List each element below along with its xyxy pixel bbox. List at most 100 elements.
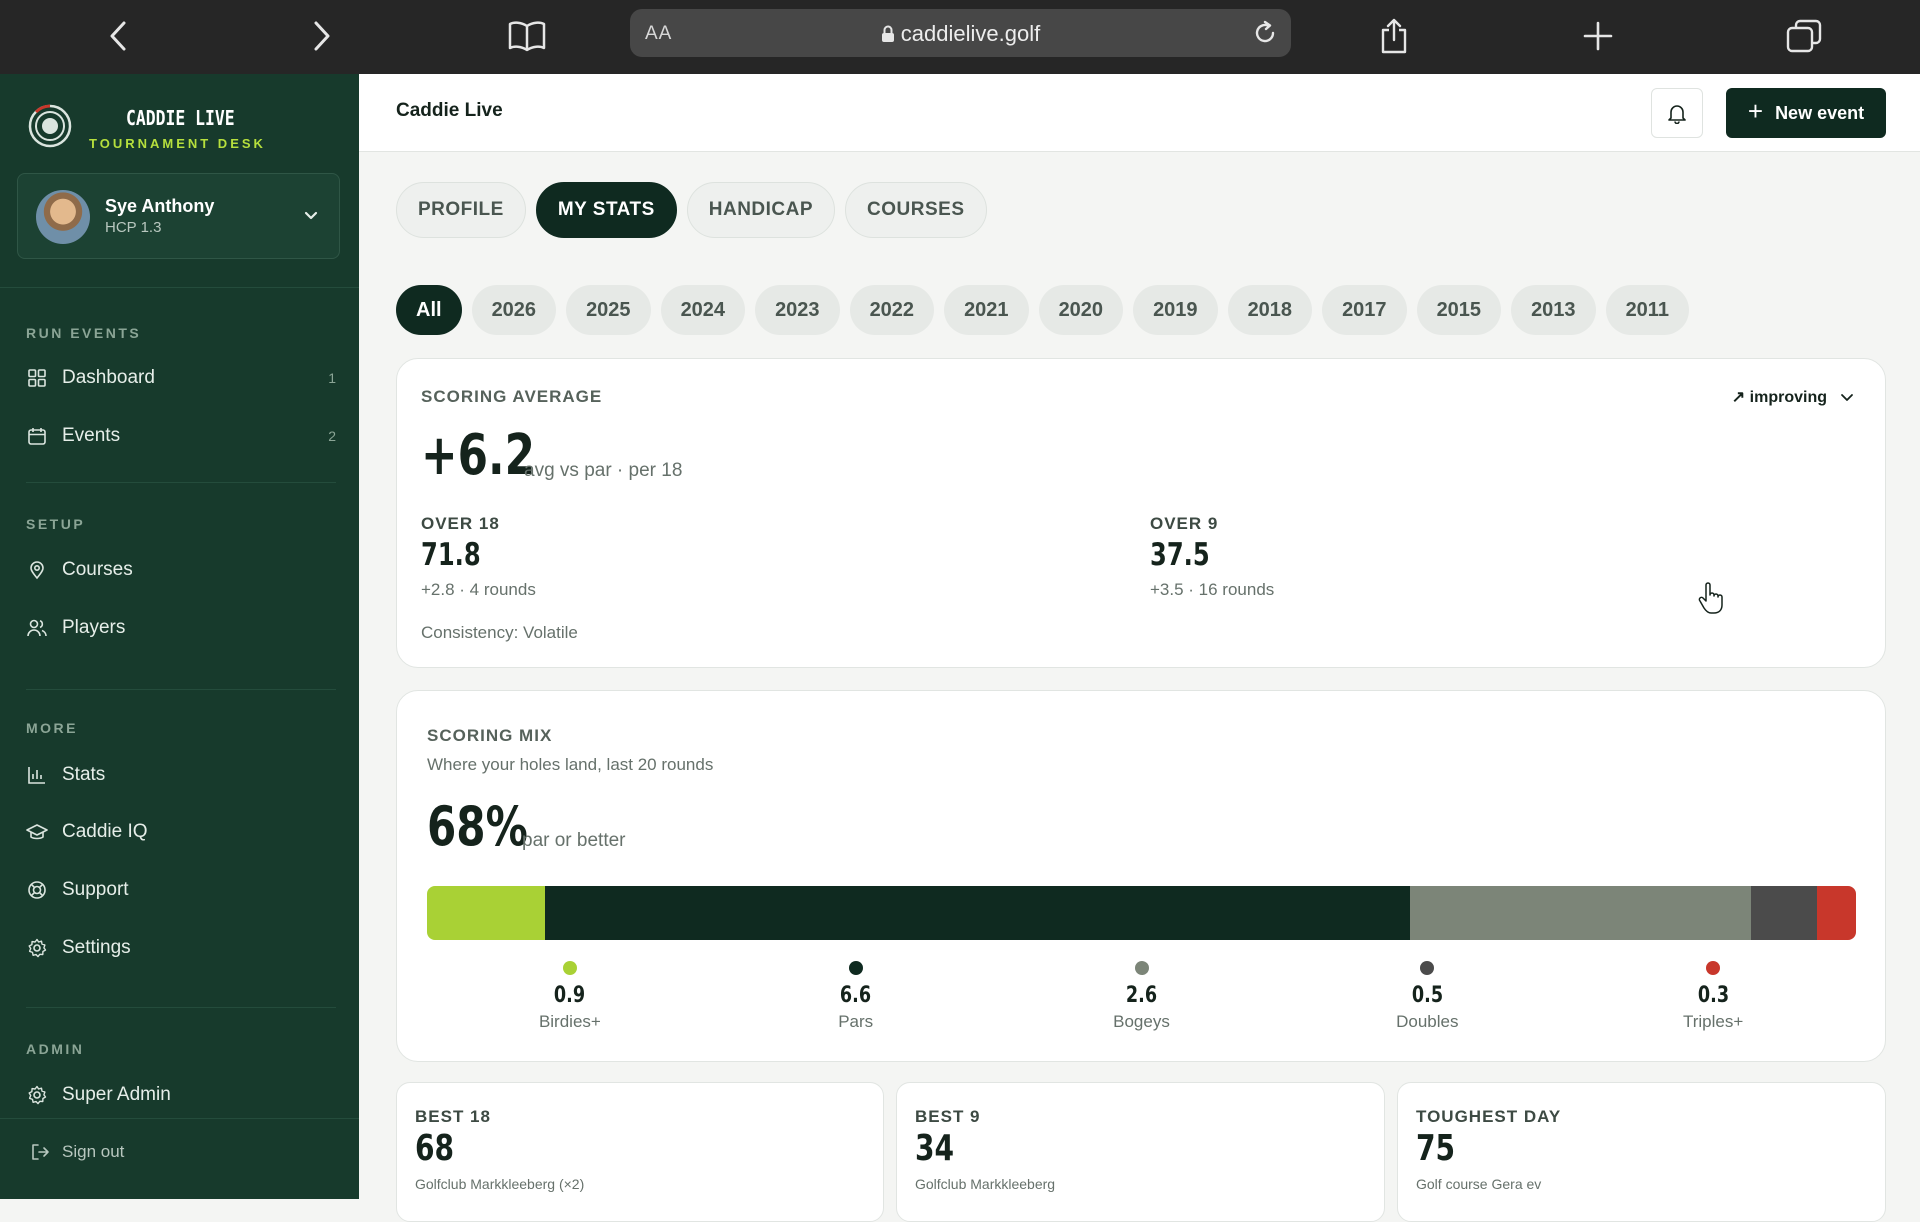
gear-icon bbox=[26, 937, 48, 959]
sidebar-item-stats[interactable]: Stats bbox=[26, 755, 336, 795]
page-title: Caddie Live bbox=[396, 100, 503, 121]
sidebar-item-settings[interactable]: Settings bbox=[26, 928, 336, 968]
chevron-down-icon bbox=[304, 211, 318, 220]
year-chip-2022[interactable]: 2022 bbox=[849, 285, 935, 335]
scoring-mix-bar bbox=[427, 886, 1856, 940]
best-18-card: BEST 18 68 Golfclub Markkleeberg (×2) bbox=[396, 1082, 884, 1222]
divider bbox=[0, 1118, 359, 1119]
browser-toolbar: AA caddielive.golf bbox=[0, 0, 1920, 74]
avatar bbox=[36, 190, 90, 244]
year-chip-2019[interactable]: 2019 bbox=[1133, 285, 1218, 335]
sidebar-item-caddie-iq[interactable]: Caddie IQ bbox=[26, 812, 336, 852]
toughest-day-card: TOUGHEST DAY 75 Golf course Gera ev bbox=[1397, 1082, 1886, 1222]
trend-dropdown[interactable]: ↗ improving bbox=[1732, 387, 1855, 407]
year-chip-2017[interactable]: 2017 bbox=[1322, 285, 1407, 335]
trend-label: ↗ improving bbox=[1732, 387, 1827, 407]
sign-out-link[interactable]: Sign out bbox=[30, 1142, 124, 1162]
scoring-average-card: SCORING AVERAGE ↗ improving +6.2 avg vs … bbox=[396, 358, 1886, 668]
sidebar-item-label: Settings bbox=[62, 937, 131, 958]
card-title: BEST 9 bbox=[915, 1107, 981, 1126]
over18-value: 71.8 bbox=[421, 537, 481, 573]
card-title: SCORING MIX bbox=[427, 726, 553, 745]
year-chip-2018[interactable]: 2018 bbox=[1227, 285, 1313, 335]
tab-courses[interactable]: COURSES bbox=[845, 182, 987, 238]
legend-dot-icon bbox=[562, 961, 577, 975]
tab-my-stats[interactable]: MY STATS bbox=[535, 182, 677, 238]
year-chip-2026[interactable]: 2026 bbox=[471, 285, 557, 335]
legend-dot-icon bbox=[1706, 961, 1721, 975]
sidebar-item-label: Players bbox=[62, 617, 126, 638]
year-chip-2020[interactable]: 2020 bbox=[1038, 285, 1124, 335]
sidebar-item-events[interactable]: Events 2 bbox=[26, 416, 336, 456]
url-text: caddielive.golf bbox=[630, 21, 1291, 47]
mix-legend-item: 6.6 Pars bbox=[806, 961, 906, 1032]
brand-title: CADDIE LIVE bbox=[126, 106, 235, 130]
over18-detail: +2.8 · 4 rounds bbox=[421, 580, 536, 599]
card-title: SCORING AVERAGE bbox=[421, 387, 603, 406]
year-chip-2024[interactable]: 2024 bbox=[660, 285, 746, 335]
mix-label: Bogeys bbox=[1113, 1012, 1170, 1031]
sidebar-item-courses[interactable]: Courses bbox=[26, 550, 336, 590]
sidebar-item-label: Support bbox=[62, 879, 129, 900]
mix-label: Birdies+ bbox=[538, 1012, 601, 1031]
user-switcher[interactable]: Sye Anthony HCP 1.3 bbox=[17, 173, 340, 259]
section-label-admin: ADMIN bbox=[26, 1041, 85, 1057]
sidebar-item-label: Stats bbox=[62, 764, 106, 785]
forward-icon[interactable] bbox=[300, 14, 344, 58]
mix-segment-pars bbox=[544, 886, 1411, 940]
back-icon[interactable] bbox=[96, 14, 140, 58]
year-chip-2025[interactable]: 2025 bbox=[566, 285, 651, 335]
mix-value: 0.3 bbox=[1697, 983, 1729, 1008]
section-label-more: MORE bbox=[26, 720, 78, 736]
sidebar-item-players[interactable]: Players bbox=[26, 608, 336, 648]
count-badge: 2 bbox=[328, 428, 336, 444]
trend-value: improving bbox=[1749, 389, 1827, 406]
year-chip-2013[interactable]: 2013 bbox=[1511, 285, 1596, 335]
notifications-button[interactable] bbox=[1651, 88, 1703, 138]
new-tab-icon[interactable] bbox=[1576, 14, 1620, 58]
over9-detail: +3.5 · 16 rounds bbox=[1150, 580, 1275, 599]
card-title: TOUGHEST DAY bbox=[1416, 1107, 1562, 1126]
sidebar-item-support[interactable]: Support bbox=[26, 870, 336, 910]
mix-value: 6.6 bbox=[840, 983, 872, 1008]
sidebar-item-label: Caddie IQ bbox=[62, 821, 148, 842]
over9-label: OVER 9 bbox=[1150, 514, 1219, 533]
card-title: BEST 18 bbox=[415, 1107, 491, 1126]
year-chip-2015[interactable]: 2015 bbox=[1416, 285, 1502, 335]
mix-label: Triples+ bbox=[1682, 1012, 1744, 1031]
stats-tabs: PROFILE MY STATS HANDICAP COURSES bbox=[396, 182, 987, 238]
year-chip-2023[interactable]: 2023 bbox=[755, 285, 840, 335]
sidebar-item-label: Courses bbox=[62, 559, 133, 580]
section-label-setup: SETUP bbox=[26, 516, 86, 532]
new-event-label: New event bbox=[1775, 102, 1865, 123]
divider bbox=[26, 689, 336, 690]
consistency-text: Consistency: Volatile bbox=[421, 623, 578, 642]
year-chip-2021[interactable]: 2021 bbox=[944, 285, 1029, 335]
tabs-overview-icon[interactable] bbox=[1782, 14, 1826, 58]
caddie-live-logo-icon bbox=[28, 104, 72, 148]
mix-value: 0.9 bbox=[554, 983, 586, 1008]
bar-chart-icon bbox=[26, 764, 48, 786]
tab-profile[interactable]: PROFILE bbox=[396, 182, 526, 238]
graduation-cap-icon bbox=[26, 821, 48, 843]
address-bar[interactable]: AA caddielive.golf bbox=[630, 9, 1291, 57]
section-label-run-events: RUN EVENTS bbox=[26, 325, 142, 341]
par-or-better-caption: par or better bbox=[522, 830, 626, 851]
tab-handicap[interactable]: HANDICAP bbox=[686, 182, 836, 238]
year-chip-all[interactable]: All bbox=[396, 285, 462, 335]
best-9-card: BEST 9 34 Golfclub Markkleeberg bbox=[896, 1082, 1385, 1222]
par-or-better-value: 68% bbox=[427, 795, 528, 858]
reload-icon[interactable] bbox=[1251, 19, 1279, 47]
calendar-icon bbox=[26, 425, 48, 447]
bookmarks-icon[interactable] bbox=[505, 14, 549, 58]
sidebar-item-dashboard[interactable]: Dashboard 1 bbox=[26, 358, 336, 398]
sign-out-icon bbox=[32, 1144, 49, 1160]
scoring-average-value: +6.2 bbox=[421, 423, 535, 488]
sidebar-item-super-admin[interactable]: Super Admin bbox=[26, 1075, 336, 1115]
year-chip-2011[interactable]: 2011 bbox=[1605, 285, 1689, 335]
arrow-up-right-icon: ↗ bbox=[1731, 389, 1746, 406]
mix-label: Pars bbox=[838, 1012, 874, 1031]
new-event-button[interactable]: + New event bbox=[1726, 88, 1886, 138]
toughest-day-course: Golf course Gera ev bbox=[1416, 1176, 1542, 1192]
share-icon[interactable] bbox=[1372, 14, 1416, 58]
